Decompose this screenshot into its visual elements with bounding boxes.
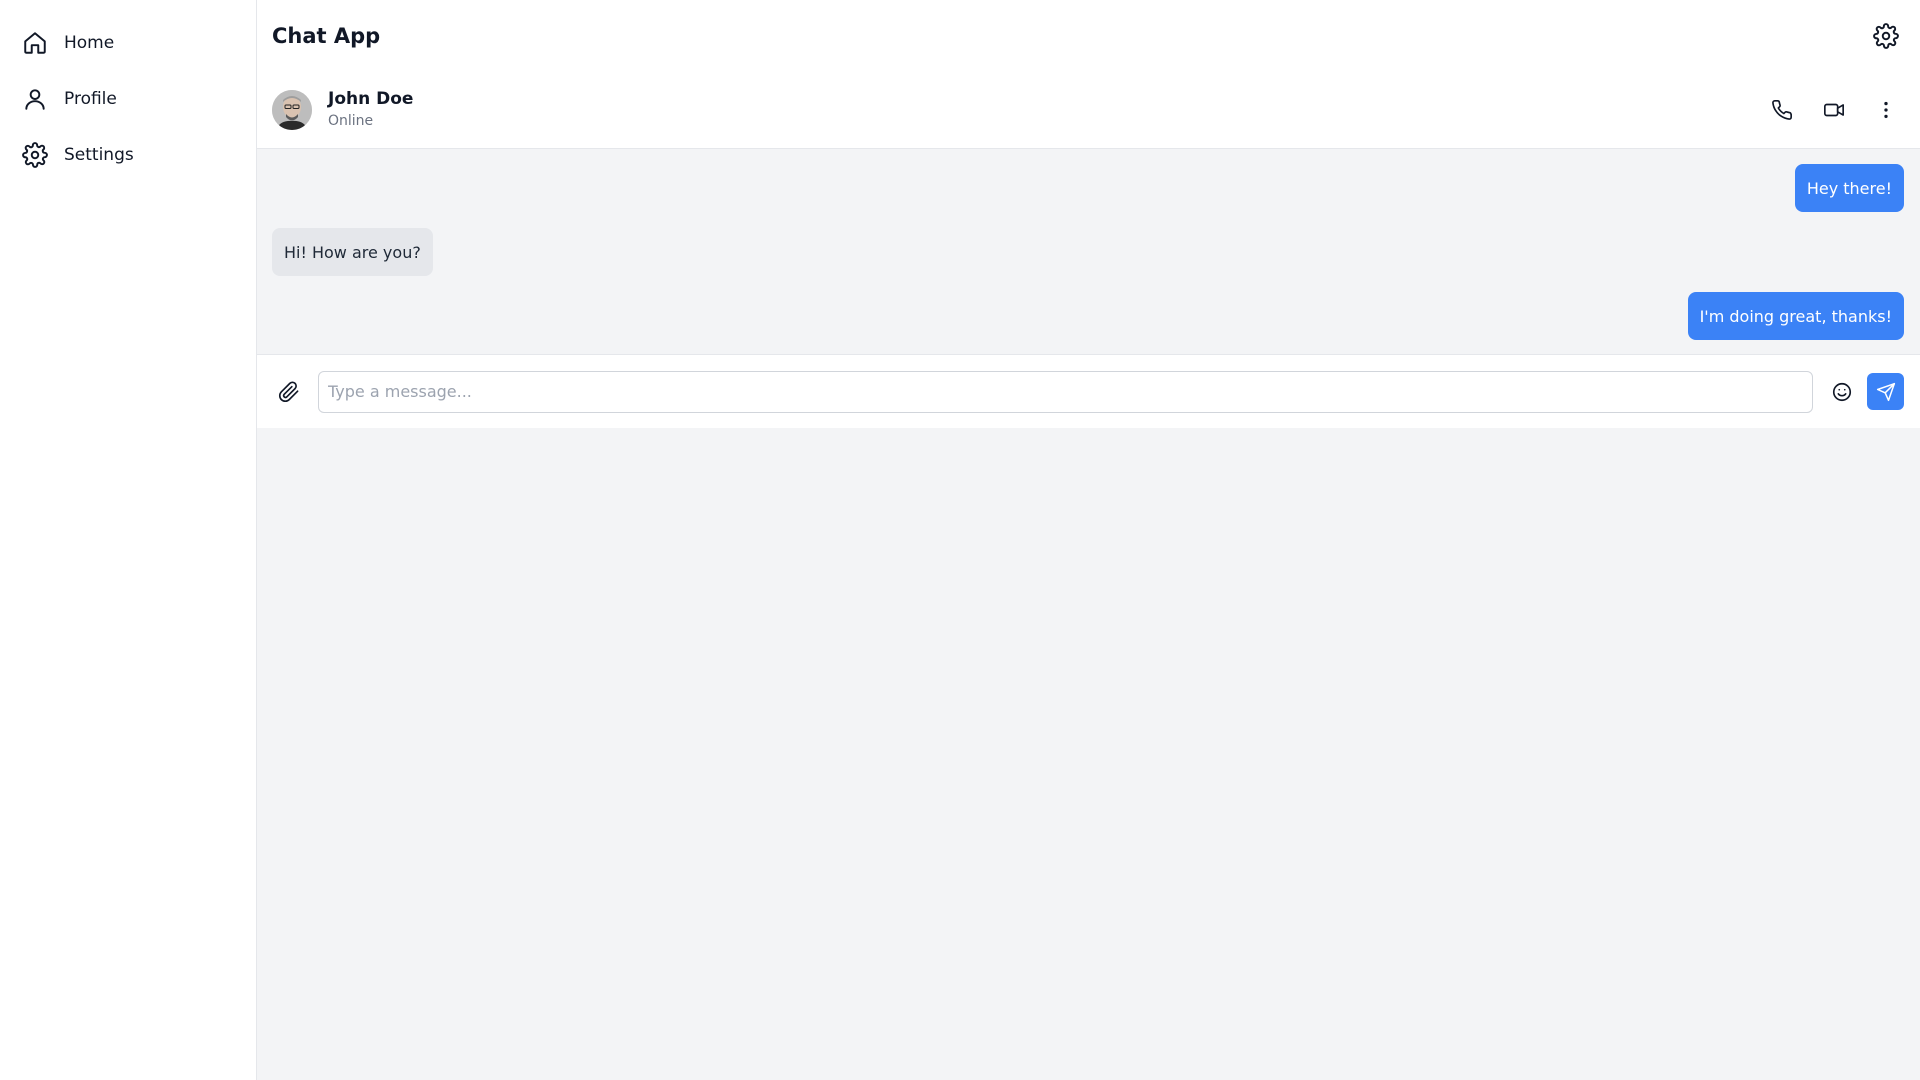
empty-area bbox=[257, 428, 1920, 1080]
app-root: Home Profile Settings Chat App John Doe … bbox=[0, 0, 1920, 1080]
sidebar-item-label: Settings bbox=[64, 145, 134, 165]
video-call-button[interactable] bbox=[1814, 90, 1854, 130]
send-icon bbox=[1876, 382, 1896, 402]
video-icon bbox=[1823, 99, 1845, 121]
sidebar-item-label: Home bbox=[64, 33, 115, 53]
message-list: Hey there! Hi! How are you? I'm doing gr… bbox=[257, 149, 1920, 354]
emoji-button[interactable] bbox=[1825, 375, 1859, 409]
home-icon bbox=[22, 30, 48, 56]
contact-status: Online bbox=[328, 113, 374, 129]
attach-button[interactable] bbox=[272, 375, 306, 409]
chat-actions bbox=[1762, 90, 1906, 130]
sidebar: Home Profile Settings bbox=[0, 0, 257, 1080]
sidebar-item-settings[interactable]: Settings bbox=[0, 127, 256, 183]
settings-button[interactable] bbox=[1866, 16, 1906, 56]
smile-icon bbox=[1831, 381, 1853, 403]
call-button[interactable] bbox=[1762, 90, 1802, 130]
contact-info[interactable]: John Doe Online bbox=[272, 88, 413, 132]
sidebar-item-home[interactable]: Home bbox=[0, 15, 256, 71]
send-button[interactable] bbox=[1867, 373, 1904, 410]
gear-icon bbox=[22, 142, 48, 168]
main-panel: Chat App John Doe Online Hey there! Hi! … bbox=[257, 0, 1920, 1080]
message-input[interactable] bbox=[318, 370, 1813, 413]
message-bubble-sent: I'm doing great, thanks! bbox=[1687, 292, 1904, 340]
sidebar-item-profile[interactable]: Profile bbox=[0, 71, 256, 127]
paperclip-icon bbox=[278, 380, 300, 403]
more-options-button[interactable] bbox=[1866, 90, 1906, 130]
gear-icon bbox=[1873, 23, 1899, 49]
top-bar: Chat App bbox=[257, 0, 1920, 72]
page-title: Chat App bbox=[272, 24, 381, 48]
message-bubble-received: Hi! How are you? bbox=[272, 228, 433, 276]
message-bubble-sent: Hey there! bbox=[1794, 164, 1904, 212]
user-icon bbox=[22, 86, 48, 112]
phone-icon bbox=[1771, 99, 1793, 121]
more-vertical-icon bbox=[1875, 99, 1897, 121]
chat-header: John Doe Online bbox=[257, 72, 1920, 149]
avatar bbox=[272, 90, 312, 130]
message-composer bbox=[257, 354, 1920, 428]
sidebar-item-label: Profile bbox=[64, 89, 117, 109]
contact-name: John Doe bbox=[328, 89, 414, 109]
